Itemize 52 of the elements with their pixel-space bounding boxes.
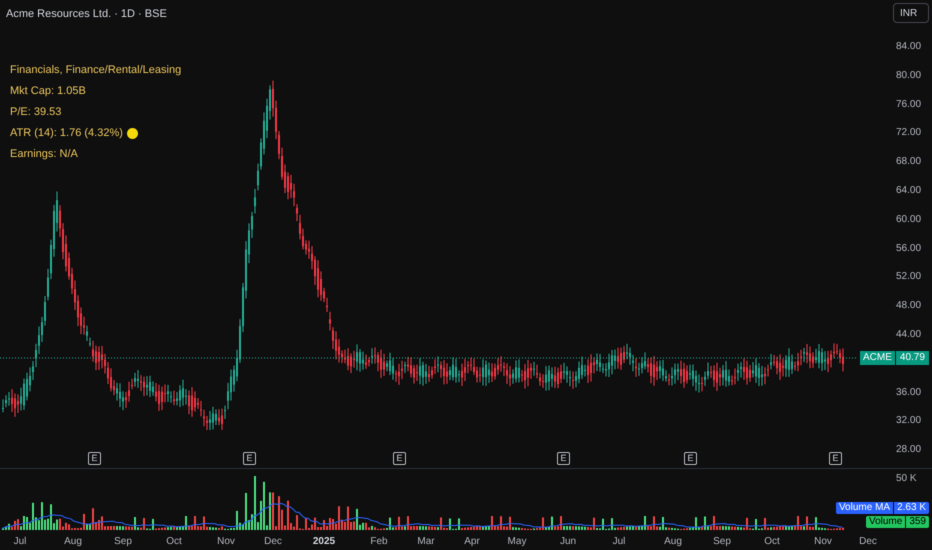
info-text: Financials, Finance/Rental/Leasing bbox=[10, 64, 182, 77]
price-axis-label: 48.00 bbox=[896, 300, 922, 312]
earnings-marker[interactable]: E bbox=[393, 452, 406, 465]
time-axis-label: Aug bbox=[664, 535, 682, 549]
price-axis-label: 36.00 bbox=[896, 386, 922, 399]
price-axis-label: 28.00 bbox=[896, 444, 922, 456]
time-axis-label: Sep bbox=[713, 535, 731, 549]
price-axis-label: 80.00 bbox=[896, 70, 922, 82]
time-axis-label: Nov bbox=[814, 535, 832, 549]
time-axis-label: May bbox=[508, 535, 526, 549]
price-axis-label: 76.00 bbox=[896, 98, 922, 111]
earnings-marker[interactable]: E bbox=[829, 452, 842, 465]
earnings-marker[interactable]: E bbox=[557, 452, 570, 465]
price-axis-label: 84.00 bbox=[896, 41, 922, 53]
time-axis-label: Jun bbox=[560, 535, 576, 549]
time-axis-label: Apr bbox=[464, 535, 480, 549]
price-axis-label: 64.00 bbox=[896, 185, 922, 197]
price-axis-label: 32.00 bbox=[896, 415, 922, 428]
price-axis-label: 68.00 bbox=[896, 156, 922, 168]
info-text: Earnings: N/A bbox=[10, 148, 78, 161]
time-axis-label: Feb bbox=[370, 535, 388, 549]
price-axis-label: 72.00 bbox=[896, 127, 922, 140]
price-label: 40.79 bbox=[896, 351, 929, 365]
time-axis-label: Dec bbox=[859, 535, 877, 549]
price-axis-label: 44.00 bbox=[896, 329, 922, 341]
legend-label: Volume MA bbox=[836, 502, 894, 514]
earnings-marker[interactable]: E bbox=[88, 452, 101, 465]
earnings-marker[interactable]: E bbox=[684, 452, 697, 465]
chart-title: Acme Resources Ltd. · 1D · BSE bbox=[6, 7, 167, 22]
info-text: Mkt Cap: 1.05B bbox=[10, 85, 86, 98]
time-axis-label: Aug bbox=[64, 535, 82, 549]
price-axis-label: 56.00 bbox=[896, 242, 922, 255]
earnings-marker[interactable]: E bbox=[243, 452, 256, 465]
price-axis-label: 60.00 bbox=[896, 214, 922, 226]
time-axis-label: Oct bbox=[166, 535, 182, 549]
legend-value: 2.63 K bbox=[894, 502, 929, 514]
legend-label: Volume bbox=[866, 516, 906, 528]
time-axis-label: Nov bbox=[217, 535, 235, 549]
info-text: ATR (14): 1.76 (4.32%) bbox=[10, 127, 123, 140]
time-axis-label: Mar bbox=[417, 535, 435, 549]
time-axis-label: Jul bbox=[612, 535, 626, 549]
time-axis-label: Oct bbox=[764, 535, 780, 549]
time-axis-label: 2025 bbox=[312, 535, 336, 549]
volume-axis-label: 50 K bbox=[896, 472, 917, 486]
time-axis-label: Jul bbox=[14, 535, 26, 549]
price-axis-label: 52.00 bbox=[896, 271, 922, 284]
symbol-label: ACME bbox=[860, 351, 895, 365]
legend-value: 359 bbox=[906, 516, 929, 528]
info-text: P/E: 39.53 bbox=[10, 106, 62, 119]
time-axis-label: Sep bbox=[114, 535, 132, 549]
time-axis-label: Dec bbox=[264, 535, 282, 549]
currency-button[interactable]: INR bbox=[893, 3, 929, 23]
